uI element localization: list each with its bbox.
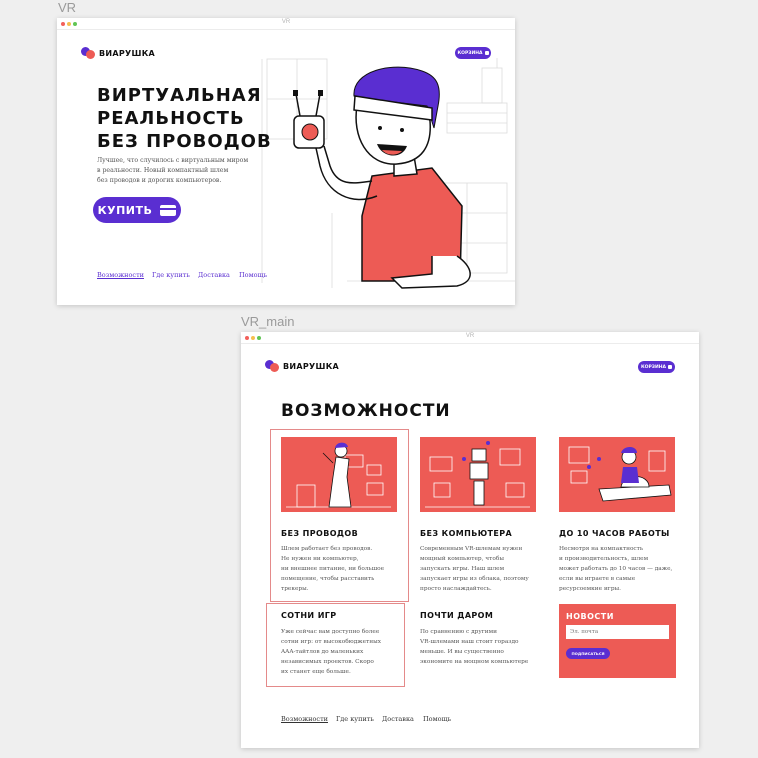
window-title: VR bbox=[465, 333, 475, 339]
window-titlebar: VR bbox=[241, 332, 699, 344]
buy-label: КУПИТЬ bbox=[97, 203, 153, 217]
footer-nav-vr: Возможности Где купить Доставка Помощь bbox=[97, 271, 279, 279]
hero-title-line: БЕЗ ПРОВОДОВ bbox=[97, 131, 272, 152]
feature-text: Шлем работает без проводов. Не нужен ни … bbox=[281, 546, 385, 592]
subscribe-button[interactable]: ПОДПИСАТЬСЯ bbox=[566, 648, 610, 659]
cart-button[interactable]: КОРЗИНА bbox=[638, 361, 675, 373]
feature-heading: БЕЗ КОМПЬЮТЕРА bbox=[420, 529, 513, 538]
feature-image-battery bbox=[559, 437, 675, 512]
logo-mark-icon bbox=[81, 47, 95, 59]
window-title: VR bbox=[281, 19, 291, 25]
design-canvas: VR VR ВИАРУШКА КОРЗИНА ВИРТУАЛЬНАЯ РЕАЛЬ… bbox=[0, 0, 758, 758]
feature-heading: СОТНИ ИГР bbox=[281, 611, 337, 620]
email-input[interactable] bbox=[566, 625, 669, 639]
logo[interactable]: ВИАРУШКА bbox=[81, 47, 155, 59]
newsletter-title: НОВОСТИ bbox=[566, 612, 614, 621]
footer-nav-main: Возможности Где купить Доставка Помощь bbox=[281, 715, 463, 723]
nav-link-help[interactable]: Помощь bbox=[239, 271, 279, 279]
frame-vr-main: VR ВИАРУШКА КОРЗИНА ВОЗМОЖНОСТИ БЕЗ ПРОВ… bbox=[241, 332, 699, 748]
feature-heading: ДО 10 ЧАСОВ РАБОТЫ bbox=[559, 529, 670, 538]
brand-name: ВИАРУШКА bbox=[99, 48, 156, 58]
nav-link-delivery[interactable]: Доставка bbox=[198, 271, 239, 279]
feature-image-no-computer bbox=[420, 437, 536, 512]
window-titlebar: VR bbox=[57, 18, 515, 30]
nav-link-delivery[interactable]: Доставка bbox=[382, 715, 423, 723]
feature-text: По сравнению с другими VR-шлемами наш ст… bbox=[420, 629, 529, 665]
newsletter-box: НОВОСТИ ПОДПИСАТЬСЯ bbox=[559, 604, 676, 678]
nav-link-features[interactable]: Возможности bbox=[97, 271, 152, 279]
hero-title-line: РЕАЛЬНОСТЬ bbox=[97, 108, 245, 129]
logo[interactable]: ВИАРУШКА bbox=[265, 360, 339, 372]
frame-label-vr-main[interactable]: VR_main bbox=[241, 314, 294, 329]
feature-image-no-wires bbox=[281, 437, 397, 512]
feature-text: Уже сейчас вам доступно более сотни игр:… bbox=[281, 629, 382, 675]
feature-text: Современным VR-шлемам нужен мощный компь… bbox=[420, 546, 529, 592]
buy-button[interactable]: КУПИТЬ bbox=[93, 197, 181, 223]
feature-heading: ПОЧТИ ДАРОМ bbox=[420, 611, 494, 620]
nav-link-help[interactable]: Помощь bbox=[423, 715, 463, 723]
frame-vr: VR ВИАРУШКА КОРЗИНА ВИРТУАЛЬНАЯ РЕАЛЬНОС… bbox=[57, 18, 515, 305]
nav-link-features[interactable]: Возможности bbox=[281, 715, 336, 723]
cart-icon bbox=[668, 365, 672, 369]
features-title: ВОЗМОЖНОСТИ bbox=[281, 401, 451, 421]
logo-mark-icon bbox=[265, 360, 279, 372]
feature-heading: БЕЗ ПРОВОДОВ bbox=[281, 529, 359, 538]
nav-link-where-to-buy[interactable]: Где купить bbox=[152, 271, 198, 279]
cart-label: КОРЗИНА bbox=[640, 364, 666, 370]
hero-title: ВИРТУАЛЬНАЯ РЕАЛЬНОСТЬ БЕЗ ПРОВОДОВ bbox=[97, 84, 277, 153]
credit-card-icon bbox=[160, 204, 177, 216]
hero-lead: Лучшее, что случилось с виртуальным миро… bbox=[97, 157, 249, 184]
frame-label-vr[interactable]: VR bbox=[58, 0, 76, 15]
vr-person-illustration bbox=[293, 66, 471, 289]
feature-text: Несмотря на компактность и производитель… bbox=[559, 546, 673, 592]
brand-name: ВИАРУШКА bbox=[283, 361, 340, 371]
hero-title-line: ВИРТУАЛЬНАЯ bbox=[97, 85, 262, 106]
nav-link-where-to-buy[interactable]: Где купить bbox=[336, 715, 382, 723]
